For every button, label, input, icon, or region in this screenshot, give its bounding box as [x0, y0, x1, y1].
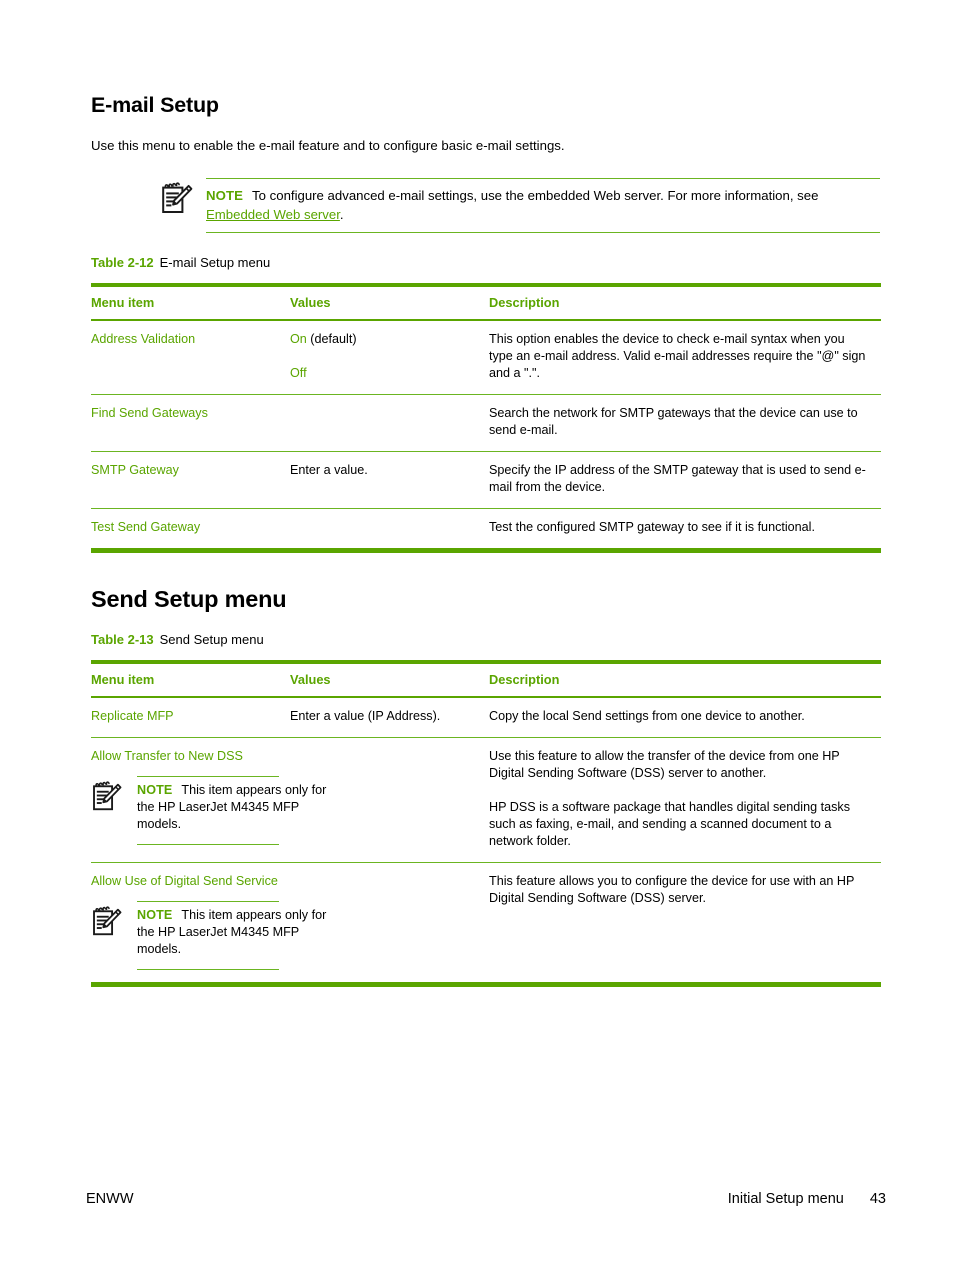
table-caption-2-13: Table 2-13 Send Setup menu: [91, 632, 881, 647]
footer-locale: ENWW: [86, 1191, 134, 1207]
note-label: NOTE: [137, 908, 173, 922]
intro-paragraph: Use this menu to enable the e-mail featu…: [91, 138, 565, 153]
note-body: NOTE To configure advanced e-mail setting…: [160, 179, 881, 232]
table-row: Find Send Gateways Search the network fo…: [91, 394, 881, 452]
note-pencil-icon: [91, 906, 123, 938]
values-cell: [290, 394, 489, 452]
value-black: (default): [306, 332, 357, 346]
description-cell: Copy the local Send settings from one de…: [489, 697, 881, 738]
note-block: NOTE To configure advanced e-mail setting…: [160, 178, 881, 233]
table-caption-title: Send Setup menu: [159, 632, 264, 647]
description-paragraph: HP DSS is a software package that handle…: [489, 800, 850, 848]
table-header-row: Menu item Values Description: [91, 660, 881, 698]
footer-chapter-title: Initial Setup menu: [727, 1191, 844, 1207]
description-paragraph: This option enables the device to check …: [489, 332, 866, 380]
cell-note-block: NOTE This item appears only for the HP La…: [91, 776, 327, 845]
send-setup-title: Send Setup menu: [91, 586, 287, 612]
value-line: Off: [290, 365, 477, 382]
send-setup-table: Menu item Values Description Replicate M…: [91, 660, 881, 987]
values-cell: [290, 508, 489, 553]
page-title: E-mail Setup: [91, 93, 219, 117]
table-row: SMTP Gateway Enter a value. Specify the …: [91, 451, 881, 509]
document-page: E-mail Setup Use this menu to enable the…: [0, 0, 954, 1270]
column-header-values: Values: [290, 283, 489, 321]
table-row: Replicate MFP Enter a value (IP Address)…: [91, 697, 881, 738]
menu-item-cell: Replicate MFP: [91, 697, 290, 738]
note-text-before-link: To configure advanced e-mail settings, u…: [252, 188, 819, 203]
description-paragraph: Test the configured SMTP gateway to see …: [489, 520, 815, 534]
column-header-menu-item: Menu item: [91, 283, 290, 321]
description-paragraph: This feature allows you to configure the…: [489, 874, 855, 905]
description-cell: This feature allows you to configure the…: [489, 862, 881, 987]
table-row: Allow Use of Digital Send Service NOTE T…: [91, 862, 881, 987]
menu-item-cell: SMTP Gateway: [91, 451, 290, 509]
description-paragraph: Specify the IP address of the SMTP gatew…: [489, 463, 866, 494]
column-header-menu-item: Menu item: [91, 660, 290, 698]
column-header-description: Description: [489, 283, 881, 321]
values-cell: Enter a value.: [290, 451, 489, 509]
menu-item-cell: Find Send Gateways: [91, 394, 290, 452]
description-cell: This option enables the device to check …: [489, 320, 881, 395]
value-line: On (default): [290, 331, 477, 348]
footer-right-group: Initial Setup menu 43: [728, 1191, 886, 1207]
table-row: Allow Transfer to New DSS NOTE This item…: [91, 737, 881, 863]
table-row: Test Send Gateway Test the configured SM…: [91, 508, 881, 553]
cell-note-text: NOTE This item appears only for the HP La…: [137, 783, 326, 831]
description-paragraph: Copy the local Send settings from one de…: [489, 709, 805, 723]
value-green: Off: [290, 366, 307, 380]
menu-item-cell: Allow Transfer to New DSS NOTE This item…: [91, 737, 326, 863]
note-label: NOTE: [137, 783, 173, 797]
note-text: NOTE To configure advanced e-mail setting…: [206, 188, 818, 222]
note-pencil-icon: [160, 182, 194, 216]
value-green: On: [290, 332, 307, 346]
table-caption-number: Table 2-12: [91, 255, 154, 270]
table-row: Address Validation On (default) Off This…: [91, 320, 881, 395]
description-cell: Specify the IP address of the SMTP gatew…: [489, 451, 881, 509]
column-header-description: Description: [489, 660, 881, 698]
table-header-row: Menu item Values Description: [91, 283, 881, 321]
value-black: Enter a value.: [290, 463, 368, 477]
cell-note-body: NOTE This item appears only for the HP La…: [93, 902, 327, 969]
menu-item-cell: Address Validation: [91, 320, 290, 395]
embedded-web-server-link[interactable]: Embedded Web server: [206, 207, 340, 222]
cell-note-bottom-rule: [137, 969, 279, 970]
note-bottom-rule: [206, 232, 880, 233]
page-content: E-mail Setup Use this menu to enable the…: [91, 0, 881, 987]
value-line: Enter a value (IP Address).: [290, 708, 477, 725]
table-caption-2-12: Table 2-12 E-mail Setup menu: [91, 255, 881, 270]
cell-note-bottom-rule: [137, 844, 279, 845]
note-text-after-link: .: [339, 207, 344, 222]
column-header-values: Values: [290, 660, 489, 698]
table-caption-number: Table 2-13: [91, 632, 154, 647]
menu-item-cell: Allow Use of Digital Send Service NOTE T…: [91, 862, 326, 987]
table-caption-title: E-mail Setup menu: [159, 255, 271, 270]
menu-item-label: Allow Transfer to New DSS: [91, 749, 243, 763]
page-footer: ENWW Initial Setup menu 43: [86, 1191, 886, 1211]
description-paragraph: Search the network for SMTP gateways tha…: [489, 406, 858, 437]
footer-page-number: 43: [869, 1191, 886, 1207]
note-pencil-icon: [91, 781, 123, 813]
values-cell: Enter a value (IP Address).: [290, 697, 489, 738]
value-line: Enter a value.: [290, 462, 477, 479]
description-cell: Search the network for SMTP gateways tha…: [489, 394, 881, 452]
menu-item-cell: Test Send Gateway: [91, 508, 290, 553]
values-cell: On (default) Off: [290, 320, 489, 395]
cell-note-body: NOTE This item appears only for the HP La…: [93, 777, 327, 844]
description-paragraph: Use this feature to allow the transfer o…: [489, 749, 840, 780]
email-setup-table: Menu item Values Description Address Val…: [91, 283, 881, 553]
menu-item-label: Allow Use of Digital Send Service: [91, 874, 278, 888]
value-black: Enter a value (IP Address).: [290, 709, 441, 723]
cell-note-block: NOTE This item appears only for the HP La…: [91, 901, 327, 970]
cell-note-text: NOTE This item appears only for the HP La…: [137, 908, 326, 956]
description-cell: Use this feature to allow the transfer o…: [489, 737, 881, 863]
note-label: NOTE: [206, 188, 244, 203]
description-cell: Test the configured SMTP gateway to see …: [489, 508, 881, 553]
